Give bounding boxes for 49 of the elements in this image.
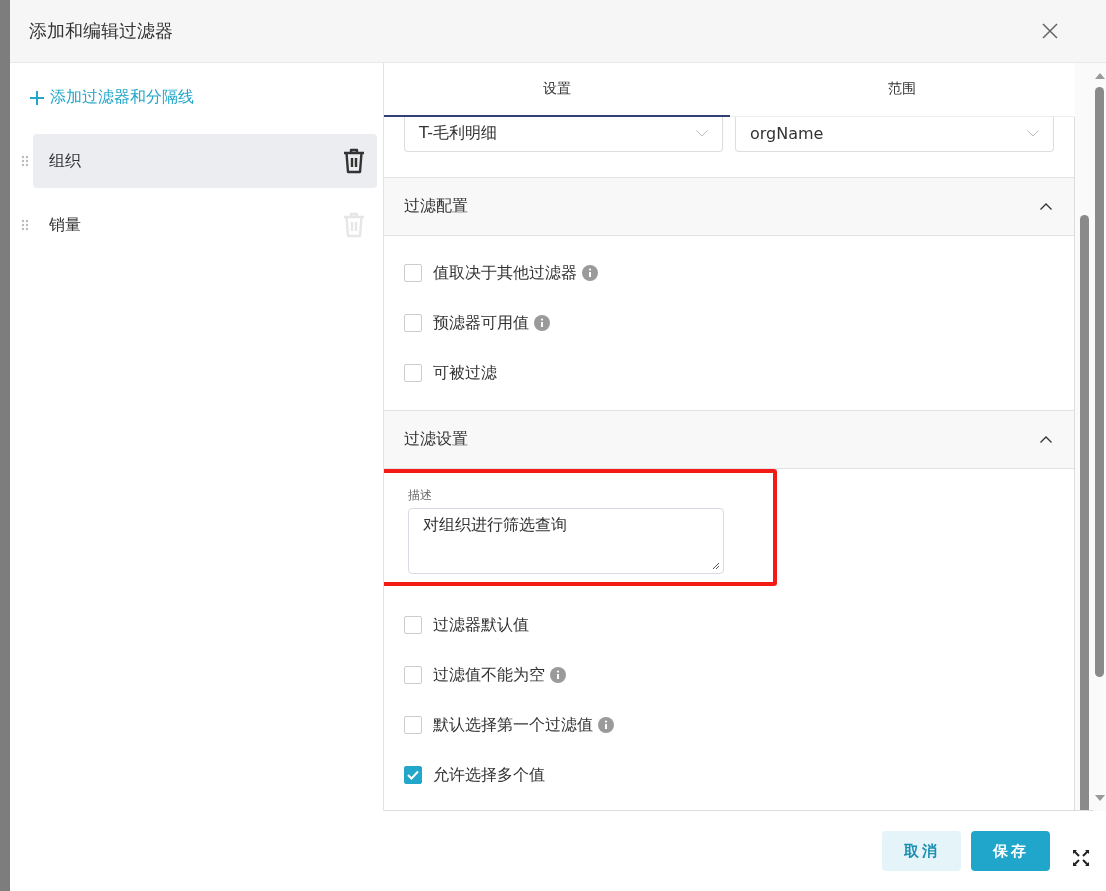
checkbox[interactable] [404,666,422,684]
tab[interactable]: 设置 [384,63,730,117]
section-header[interactable]: 过滤配置 [384,177,1074,236]
checkbox[interactable] [404,314,422,332]
section-header[interactable]: 过滤设置 [384,410,1074,469]
filter-name: 销量 [49,214,82,236]
checkbox-label: 允许选择多个值 [433,764,545,786]
filter-name: 组织 [49,150,82,172]
plus-icon [30,90,44,105]
chevron-down-icon [1027,130,1039,137]
fullscreen-icon[interactable] [1072,849,1090,867]
info-icon[interactable] [582,265,598,281]
checkbox[interactable] [404,766,422,784]
info-icon[interactable] [534,315,550,331]
close-icon[interactable] [1042,23,1058,39]
info-icon[interactable] [598,717,614,733]
checkbox-label: 过滤值不能为空 [433,664,545,686]
chevron-down-icon [696,130,708,137]
checkbox-label: 预滤器可用值 [433,312,529,334]
checkbox[interactable] [404,716,422,734]
checkbox-label: 值取决于其他过滤器 [433,262,577,284]
section-title: 过滤设置 [404,429,468,450]
checkbox-label: 默认选择第一个过滤值 [433,714,593,736]
select-value: orgName [750,124,824,143]
scroll-down-icon[interactable] [1094,795,1105,801]
scrollbar[interactable] [1075,63,1093,811]
checkbox[interactable] [404,616,422,634]
chevron-up-icon[interactable] [1040,436,1052,443]
checkbox-label: 过滤器默认值 [433,614,529,636]
field-label: 描述 [408,487,433,504]
drag-handle-icon[interactable] [21,155,29,167]
select-field[interactable]: T-毛利明细 [404,117,723,152]
section-title: 过滤配置 [404,196,468,217]
description-field[interactable]: 对组织进行筛选查询 [408,508,724,574]
select-field[interactable]: orgName [735,117,1054,152]
checkbox[interactable] [404,364,422,382]
checkbox[interactable] [404,264,422,282]
chevron-up-icon[interactable] [1040,203,1052,210]
select-value: T-毛利明细 [419,123,498,144]
scroll-up-icon[interactable] [1094,73,1105,79]
trash-icon[interactable] [343,148,365,174]
drag-handle-icon[interactable] [21,219,29,231]
info-icon[interactable] [550,667,566,683]
scrollbar[interactable] [1093,63,1106,811]
tab[interactable]: 范围 [729,63,1075,117]
dialog-title: 添加和编辑过滤器 [29,19,173,43]
checkbox-label: 可被过滤 [433,362,497,384]
resize-handle-icon[interactable] [712,562,720,570]
filter-item[interactable]: 销量 [33,198,377,252]
